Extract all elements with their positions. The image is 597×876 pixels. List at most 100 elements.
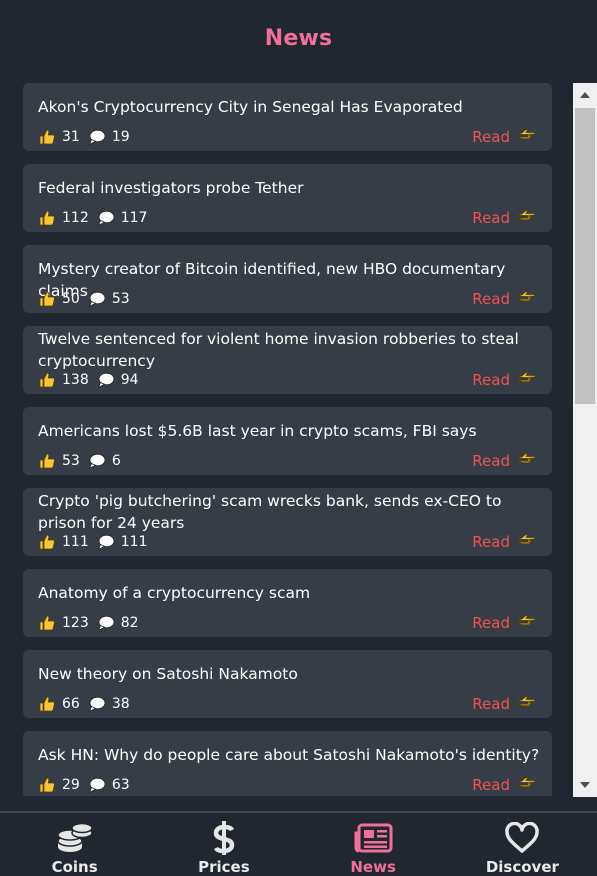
read-link[interactable]: Read (472, 612, 536, 634)
nav-label: Prices (198, 858, 250, 876)
nav-item-discover[interactable]: Discover (448, 813, 597, 876)
read-link[interactable]: Read (472, 693, 536, 715)
read-label: Read (472, 614, 510, 632)
likes-count: 29 (62, 777, 80, 793)
news-meta: 112 117 (38, 207, 155, 229)
news-meta: 123 82 (38, 612, 147, 634)
news-card[interactable]: Mystery creator of Bitcoin identified, n… (23, 245, 552, 313)
bottom-nav: Coins Prices News Discover (0, 811, 597, 876)
comment-icon (97, 209, 115, 227)
thumbs-up-icon (38, 614, 56, 632)
read-link[interactable]: Read (472, 531, 536, 553)
news-card[interactable]: Crypto 'pig butchering' scam wrecks bank… (23, 488, 552, 556)
nav-label: Discover (485, 858, 559, 876)
comments-count: 19 (111, 129, 130, 145)
news-title: Twelve sentenced for violent home invasi… (38, 330, 519, 370)
news-title: New theory on Satoshi Nakamoto (38, 665, 298, 683)
thumbs-up-icon (38, 128, 56, 146)
news-meta: 31 19 (38, 126, 138, 148)
heart-icon (504, 821, 540, 855)
news-card[interactable]: Americans lost $5.6B last year in crypto… (23, 407, 552, 475)
comments-count: 6 (111, 453, 121, 469)
read-link[interactable]: Read (472, 774, 536, 796)
comments-count: 38 (111, 696, 130, 712)
scroll-down-arrow-icon[interactable] (573, 775, 597, 795)
read-label: Read (472, 533, 510, 551)
pointing-hand-icon (516, 127, 536, 147)
comment-icon (97, 614, 115, 632)
comment-icon (88, 695, 106, 713)
comment-icon (88, 776, 106, 794)
pointing-hand-icon (516, 370, 536, 390)
read-label: Read (472, 209, 510, 227)
pointing-hand-icon (516, 532, 536, 552)
read-label: Read (472, 452, 510, 470)
read-label: Read (472, 776, 510, 794)
scrollbar[interactable] (573, 83, 597, 797)
news-card[interactable]: Anatomy of a cryptocurrency scam 123 82 … (23, 569, 552, 637)
news-title: Crypto 'pig butchering' scam wrecks bank… (38, 492, 502, 532)
thumbs-up-icon (38, 371, 56, 389)
comment-icon (88, 128, 106, 146)
comment-icon (97, 371, 115, 389)
nav-label: News (350, 858, 396, 876)
app: News Akon's Cryptocurrency City in Seneg… (0, 0, 597, 876)
read-link[interactable]: Read (472, 369, 536, 391)
news-card[interactable]: Twelve sentenced for violent home invasi… (23, 326, 552, 394)
comments-count: 63 (111, 777, 130, 793)
likes-count: 123 (62, 615, 89, 631)
comments-count: 82 (120, 615, 139, 631)
news-card[interactable]: New theory on Satoshi Nakamoto 66 38 Rea… (23, 650, 552, 718)
news-meta: 29 63 (38, 774, 138, 796)
nav-item-prices[interactable]: Prices (149, 813, 298, 876)
thumbs-up-icon (38, 533, 56, 551)
likes-count: 66 (62, 696, 80, 712)
comment-icon (88, 290, 106, 308)
coins-icon (56, 821, 94, 855)
news-card[interactable]: Federal investigators probe Tether 112 1… (23, 164, 552, 232)
news-card[interactable]: Akon's Cryptocurrency City in Senegal Ha… (23, 83, 552, 151)
read-label: Read (472, 695, 510, 713)
thumbs-up-icon (38, 209, 56, 227)
pointing-hand-icon (516, 694, 536, 714)
news-meta: 50 53 (38, 288, 138, 310)
nav-item-coins[interactable]: Coins (0, 813, 149, 876)
read-link[interactable]: Read (472, 450, 536, 472)
likes-count: 138 (62, 372, 89, 388)
comments-count: 111 (120, 534, 148, 550)
news-card[interactable]: Ask HN: Why do people care about Satoshi… (23, 731, 552, 796)
scrollbar-thumb[interactable] (575, 108, 595, 404)
read-label: Read (472, 128, 510, 146)
likes-count: 50 (62, 291, 80, 307)
news-title: Federal investigators probe Tether (38, 179, 304, 197)
read-link[interactable]: Read (472, 288, 536, 310)
news-meta: 53 6 (38, 450, 129, 472)
news-title: Ask HN: Why do people care about Satoshi… (38, 746, 540, 764)
likes-count: 53 (62, 453, 80, 469)
comments-count: 94 (120, 372, 139, 388)
read-link[interactable]: Read (472, 207, 536, 229)
comments-count: 117 (120, 210, 148, 226)
dollar-icon (212, 821, 236, 855)
likes-count: 31 (62, 129, 80, 145)
read-link[interactable]: Read (472, 126, 536, 148)
pointing-hand-icon (516, 775, 536, 795)
thumbs-up-icon (38, 290, 56, 308)
pointing-hand-icon (516, 289, 536, 309)
likes-count: 112 (62, 210, 89, 226)
thumbs-up-icon (38, 452, 56, 470)
comment-icon (97, 533, 115, 551)
pointing-hand-icon (516, 451, 536, 471)
news-meta: 66 38 (38, 693, 138, 715)
likes-count: 111 (62, 534, 89, 550)
news-title: Americans lost $5.6B last year in crypto… (38, 422, 477, 440)
pointing-hand-icon (516, 613, 536, 633)
news-list[interactable]: Akon's Cryptocurrency City in Senegal Ha… (0, 83, 572, 796)
comments-count: 53 (111, 291, 130, 307)
read-label: Read (472, 290, 510, 308)
news-title: Anatomy of a cryptocurrency scam (38, 584, 311, 602)
nav-label: Coins (51, 858, 98, 876)
read-label: Read (472, 371, 510, 389)
scroll-up-arrow-icon[interactable] (573, 85, 597, 105)
nav-item-news[interactable]: News (299, 813, 448, 876)
